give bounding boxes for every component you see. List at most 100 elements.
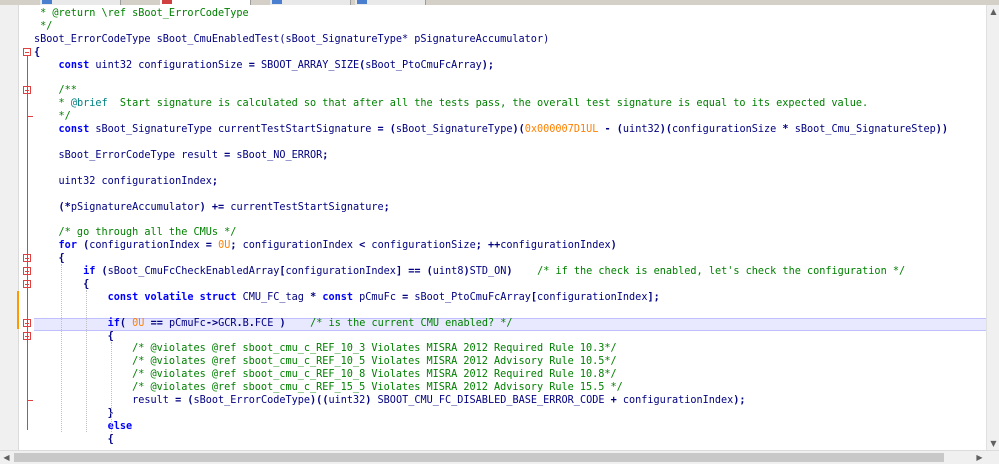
code-line[interactable]: {: [34, 46, 986, 59]
code-token: sBoot_NO_ERROR: [230, 149, 323, 161]
code-token: );: [481, 59, 495, 71]
code-token: /* is the current CMU enabled? */: [310, 317, 513, 329]
code-token: {: [58, 253, 65, 265]
code-token: pCmuFc: [353, 291, 403, 303]
code-line[interactable]: /**: [34, 84, 986, 97]
code-line[interactable]: if (sBoot_CmuFcCheckEnabledArray[configu…: [34, 265, 986, 278]
code-token: sBoot_SignatureType currentTestStartSign…: [89, 124, 378, 136]
code-line[interactable]: * @brief Start signature is calculated s…: [34, 97, 986, 110]
code-token: );: [733, 395, 746, 406]
code-token: struct: [199, 291, 237, 303]
vertical-scrollbar[interactable]: ▲ ▼: [986, 5, 999, 450]
code-token: ;: [383, 201, 390, 213]
code-token: const: [58, 124, 90, 136]
arrow-down-icon[interactable]: ▼: [987, 437, 999, 450]
code-token: ;: [322, 149, 329, 161]
code-line[interactable]: for (configurationIndex = 0U; configurat…: [34, 239, 986, 252]
code-token: {: [107, 330, 114, 342]
code-token: {: [107, 433, 114, 445]
code-token: for: [58, 240, 77, 252]
code-line[interactable]: }: [34, 407, 986, 420]
code-line[interactable]: */: [34, 20, 986, 33]
fold-end: [27, 116, 33, 118]
fold-end: [27, 400, 33, 401]
fold-minus-icon[interactable]: [23, 47, 31, 56]
code-line[interactable]: else: [34, 420, 986, 433]
code-line[interactable]: {: [34, 433, 986, 446]
code-token: )((: [310, 395, 329, 406]
code-token: sBoot_SignatureType: [395, 124, 513, 136]
code-token: Start signature is calculated so that af…: [107, 98, 869, 110]
indent-guide: [86, 289, 87, 432]
code-line[interactable]: * @return \ref sBoot_ErrorCodeType: [34, 7, 986, 20]
code-line[interactable]: /* @violates @ref sboot_cmu_c_REF_10_8 V…: [34, 368, 986, 381]
code-line[interactable]: /* go through all the CMUs */: [34, 226, 986, 239]
code-token: STD_ON: [469, 266, 507, 277]
code-line[interactable]: [34, 304, 986, 317]
code-token: const: [58, 59, 90, 71]
arrow-up-icon[interactable]: ▲: [987, 5, 999, 18]
code-token: *: [34, 98, 71, 110]
code-token: pSignatureAccumulator: [70, 201, 200, 213]
code-line[interactable]: [34, 213, 986, 226]
code-line[interactable]: {: [34, 330, 986, 343]
code-line[interactable]: if( 0U == pCmuFc->GCR.B.FCE ) /* is the …: [34, 317, 986, 330]
code-token: sBoot_ErrorCodeType: [193, 395, 311, 406]
code-token: configurationIndex: [236, 240, 360, 252]
code-line[interactable]: /* @violates @ref sboot_cmu_c_REF_10_3 V…: [34, 342, 986, 355]
fold-margin[interactable]: [19, 5, 35, 450]
code-token: sBoot_ErrorCodeType sBoot_CmuEnabledTest…: [34, 33, 550, 45]
code-line[interactable]: /* @violates @ref sboot_cmu_c_REF_10_5 V…: [34, 355, 986, 368]
code-line[interactable]: {: [34, 252, 986, 265]
code-token: if: [107, 317, 120, 329]
scroll-thumb[interactable]: [14, 453, 944, 462]
code-line[interactable]: sBoot_ErrorCodeType sBoot_CmuEnabledTest…: [34, 33, 986, 46]
code-line[interactable]: [34, 162, 986, 175]
code-line[interactable]: [34, 136, 986, 149]
code-token: GCR: [218, 317, 237, 329]
code-token: )(: [512, 124, 525, 136]
code-token: uint32 configurationIndex: [34, 175, 212, 187]
code-line[interactable]: [34, 72, 986, 85]
arrow-left-icon[interactable]: ◀: [0, 451, 13, 464]
code-token: FCE: [254, 317, 280, 329]
code-token: ->: [205, 317, 219, 329]
code-editor[interactable]: * @return \ref sBoot_ErrorCodeType */sBo…: [0, 5, 986, 450]
code-token: sBoot_PtoCmuFcArray: [408, 291, 531, 303]
code-token: uint8: [432, 266, 464, 277]
arrow-right-icon[interactable]: ▶: [973, 451, 986, 464]
code-token: */: [34, 20, 53, 32]
code-token: ++: [487, 240, 501, 252]
code-line[interactable]: uint32 configurationIndex;: [34, 175, 986, 188]
code-token: uint32: [328, 395, 366, 406]
line-margin: [0, 5, 19, 450]
code-token: )): [935, 124, 949, 136]
code-line[interactable]: {: [34, 278, 986, 291]
code-line[interactable]: const sBoot_SignatureType currentTestSta…: [34, 123, 986, 136]
horizontal-scrollbar[interactable]: ◀ ▶: [0, 450, 999, 464]
code-token: currentTestStartSignature: [224, 201, 384, 213]
code-token: const: [107, 291, 139, 303]
code-token: /* @violates @ref sboot_cmu_c_REF_10_5 V…: [34, 356, 617, 368]
code-token: /* @violates @ref sboot_cmu_c_REF_10_8 V…: [34, 369, 617, 381]
code-line[interactable]: const volatile struct CMU_FC_tag * const…: [34, 291, 986, 304]
code-line[interactable]: [34, 188, 986, 201]
file-modified-icon: [162, 0, 172, 4]
code-line[interactable]: (*pSignatureAccumulator) += currentTestS…: [34, 201, 986, 214]
code-line[interactable]: /* @violates @ref sboot_cmu_c_REF_15_5 V…: [34, 381, 986, 394]
code-token: CMU_FC_tag: [236, 291, 311, 303]
code-line[interactable]: */: [34, 110, 986, 123]
code-token: result: [34, 395, 176, 406]
code-line[interactable]: sBoot_ErrorCodeType result = sBoot_NO_ER…: [34, 149, 986, 162]
code-line[interactable]: result = (sBoot_ErrorCodeType)((uint32) …: [34, 394, 986, 407]
code-line[interactable]: const uint32 configurationSize = SBOOT_A…: [34, 59, 986, 72]
